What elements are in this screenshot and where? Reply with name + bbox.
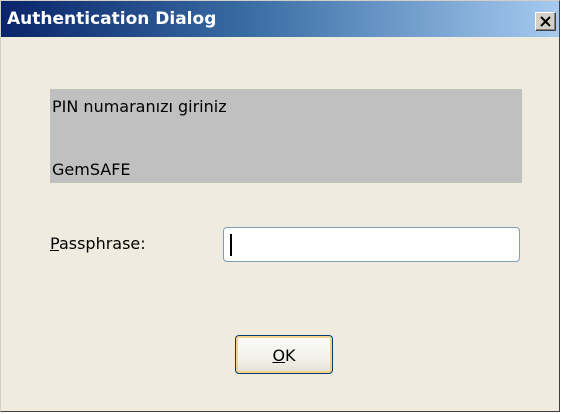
ok-label-text: K xyxy=(285,346,296,365)
passphrase-label-text: assphrase: xyxy=(58,234,146,253)
ok-button-label: OK xyxy=(236,346,332,365)
window-title: Authentication Dialog xyxy=(7,9,217,29)
message-panel: PIN numaranızı giriniz GemSAFE xyxy=(50,89,522,183)
passphrase-label-mnemonic: P xyxy=(50,234,59,253)
text-caret xyxy=(230,234,232,256)
ok-button[interactable]: OK xyxy=(235,335,333,374)
token-name-text: GemSAFE xyxy=(52,160,131,179)
authentication-dialog: Authentication Dialog PIN numaranızı gir… xyxy=(0,0,560,412)
close-icon xyxy=(540,16,551,27)
passphrase-input[interactable] xyxy=(223,227,520,262)
pin-prompt-text: PIN numaranızı giriniz xyxy=(52,97,227,116)
title-bar[interactable]: Authentication Dialog xyxy=(1,1,559,37)
close-button[interactable] xyxy=(535,12,556,31)
passphrase-label: Passphrase: xyxy=(50,234,146,253)
ok-label-mnemonic: O xyxy=(272,346,286,365)
